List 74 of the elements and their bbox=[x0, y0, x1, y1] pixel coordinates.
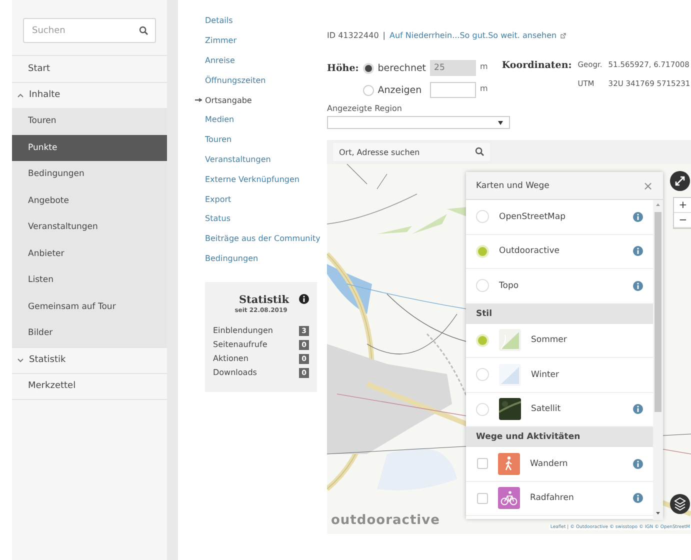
satellite-thumbnail bbox=[499, 398, 521, 420]
subnav-link[interactable]: Medien bbox=[205, 110, 234, 130]
summer-map-thumbnail bbox=[499, 329, 521, 352]
checkbox[interactable] bbox=[477, 458, 488, 470]
winter-map-thumbnail bbox=[499, 364, 521, 386]
nav-item[interactable]: Angebote bbox=[12, 188, 167, 214]
search-field[interactable]: Suchen bbox=[23, 18, 156, 43]
radio-button[interactable] bbox=[476, 368, 489, 382]
option-label: berechnet bbox=[378, 62, 426, 74]
stats-label: Aktionen bbox=[213, 354, 250, 364]
unit-label: m bbox=[480, 61, 488, 71]
radio-button[interactable] bbox=[362, 84, 374, 96]
coordinates-label: Koordinaten: bbox=[502, 60, 572, 71]
subnav-link[interactable]: Externe Verknüpfungen bbox=[205, 169, 300, 190]
subnav-link[interactable]: Veranstaltungen bbox=[205, 150, 271, 170]
panel-title: Karten und Wege bbox=[476, 180, 550, 190]
subnav-link[interactable]: Details bbox=[205, 11, 233, 31]
unit-label: m bbox=[480, 83, 488, 93]
nav-item[interactable]: Merkzettel bbox=[12, 373, 167, 400]
nav-item[interactable]: Gemeinsam auf Tour bbox=[12, 294, 167, 320]
section-heading: Wege und Aktivitäten bbox=[466, 427, 653, 447]
zoom-button[interactable]: + bbox=[674, 198, 691, 213]
nav-item[interactable]: Anbieter bbox=[12, 240, 167, 267]
nav-item[interactable]: Touren bbox=[12, 108, 167, 134]
layers-button[interactable] bbox=[670, 494, 690, 514]
search-icon bbox=[139, 26, 148, 35]
caret-icon bbox=[498, 120, 503, 124]
region-select[interactable] bbox=[327, 116, 510, 129]
subnav-link[interactable]: Status bbox=[205, 208, 230, 229]
id-text: ID 41322440 bbox=[327, 31, 379, 40]
layer-label: Radfahren bbox=[530, 493, 575, 504]
nav-item[interactable]: Bilder bbox=[12, 320, 167, 346]
nav-item[interactable]: Listen bbox=[12, 267, 167, 294]
section-heading: Stil bbox=[466, 304, 653, 324]
stats-label: Downloads bbox=[213, 368, 258, 378]
subnav-link[interactable]: Anreise bbox=[205, 50, 235, 70]
layer-label: Winter bbox=[531, 370, 560, 380]
stats-label: Seitenaufrufe bbox=[213, 340, 268, 350]
layer-label: Satellit bbox=[531, 404, 562, 414]
subnav-link[interactable]: Touren bbox=[205, 130, 232, 150]
separator: | bbox=[382, 31, 386, 40]
stats-label: Einblendungen bbox=[213, 326, 274, 336]
subnav-link[interactable]: Öffnungszeiten bbox=[205, 70, 266, 90]
external-link-icon bbox=[560, 32, 566, 38]
info-icon bbox=[299, 294, 309, 304]
subnav-link[interactable]: Beiträge aus der Community bbox=[205, 228, 320, 249]
fullscreen-button[interactable] bbox=[670, 171, 690, 191]
layer-label: Sommer bbox=[531, 335, 568, 346]
radio-button[interactable] bbox=[476, 279, 489, 292]
map-logo: outdooractive bbox=[331, 513, 440, 528]
zoom-button[interactable]: − bbox=[674, 213, 691, 228]
subnav-link[interactable]: Ortsangabe bbox=[205, 90, 252, 110]
radio-button[interactable] bbox=[476, 402, 489, 416]
subnav-link[interactable]: Export bbox=[205, 189, 232, 209]
layer-label: Topo bbox=[499, 280, 520, 291]
nav-item[interactable]: Bedingungen bbox=[12, 161, 167, 188]
option-label: Anzeigen bbox=[378, 84, 423, 96]
layer-label: OpenStreetMap bbox=[499, 212, 566, 222]
region-label: Angezeigte Region bbox=[327, 104, 403, 113]
radio-button[interactable] bbox=[476, 210, 489, 224]
subnav-link[interactable]: Bedingungen bbox=[205, 248, 258, 268]
checkbox[interactable] bbox=[477, 492, 488, 504]
stats-title: Statistik bbox=[238, 294, 290, 306]
height-input[interactable] bbox=[430, 82, 476, 98]
height-label: Höhe: bbox=[327, 62, 359, 74]
arrow-icon bbox=[195, 98, 202, 102]
search-icon bbox=[475, 147, 484, 156]
search-field[interactable]: Ort, Adresse suchen bbox=[333, 143, 490, 161]
layer-label: Wandern bbox=[530, 458, 569, 469]
nav-item[interactable]: Punkte bbox=[12, 134, 167, 161]
view-link[interactable]: Auf Niederrhein...So gut.So weit. ansehen bbox=[389, 31, 566, 40]
subnav-link[interactable]: Zimmer bbox=[205, 30, 236, 51]
layer-label: Outdooractive bbox=[499, 246, 561, 256]
nav-item[interactable]: Veranstaltungen bbox=[12, 214, 167, 240]
